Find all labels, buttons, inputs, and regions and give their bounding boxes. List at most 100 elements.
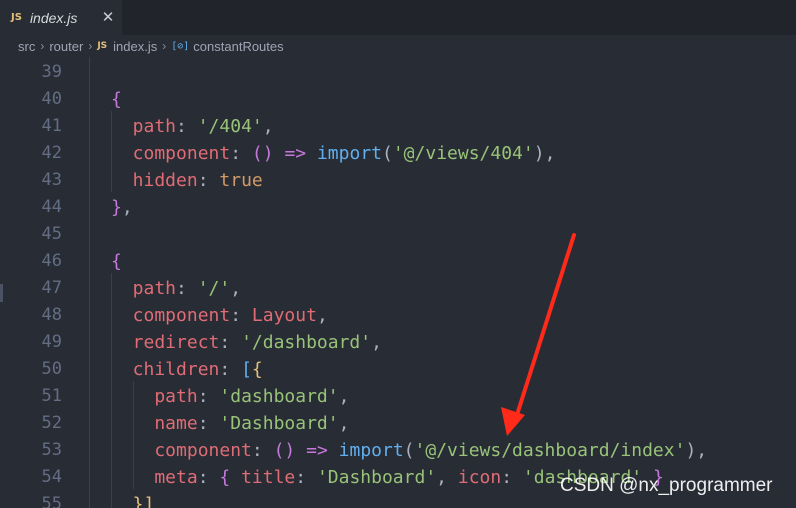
chevron-right-icon: › xyxy=(88,39,93,53)
code-token: component xyxy=(111,143,231,164)
code-line[interactable]: 39 xyxy=(0,59,796,86)
code-token: icon xyxy=(457,467,502,488)
code-token: => xyxy=(284,143,307,164)
code-token: 'dashboard' xyxy=(219,386,339,407)
code-line[interactable]: 51 path: 'dashboard', xyxy=(0,383,796,410)
breadcrumb-item-src[interactable]: src xyxy=(18,39,35,54)
code-line[interactable]: 48 component: Layout, xyxy=(0,302,796,329)
breadcrumb-item-symbol[interactable]: constantRoutes xyxy=(193,39,283,54)
code-line[interactable]: 46 { xyxy=(0,248,796,275)
code-token: true xyxy=(219,170,263,191)
code-token: () xyxy=(273,440,296,461)
close-icon[interactable]: ✕ xyxy=(99,8,117,26)
code-token: , xyxy=(230,278,242,299)
line-number: 46 xyxy=(41,251,62,271)
code-token: path xyxy=(111,278,177,299)
line-number: 48 xyxy=(41,305,62,325)
code-line[interactable]: 42 component: () => import('@/views/404'… xyxy=(0,140,796,167)
variable-symbol-icon: [⊘] xyxy=(171,40,190,52)
code-line[interactable]: 52 name: 'Dashboard', xyxy=(0,410,796,437)
line-number: 40 xyxy=(41,89,62,109)
code-token: : xyxy=(230,305,252,326)
code-token: : xyxy=(176,278,198,299)
code-token: }] xyxy=(111,494,155,508)
js-file-icon: JS xyxy=(11,12,22,23)
tab-index-js[interactable]: JS index.js ✕ xyxy=(0,0,122,35)
code-token: path xyxy=(111,116,177,137)
code-text: children: [{ xyxy=(111,356,263,383)
code-token: : xyxy=(197,413,220,434)
code-token: 'Dashboard' xyxy=(219,413,339,434)
code-line[interactable]: 41 path: '/404', xyxy=(0,113,796,140)
code-text: }] xyxy=(111,491,155,508)
line-number: 52 xyxy=(41,413,62,433)
code-text: component: () => import('@/views/dashboa… xyxy=(111,437,707,464)
code-token: '/dashboard' xyxy=(241,332,372,353)
line-number: 49 xyxy=(41,332,62,352)
code-text: component: Layout, xyxy=(111,302,328,329)
chevron-right-icon: › xyxy=(40,39,45,53)
line-number: 39 xyxy=(41,62,62,82)
line-number: 55 xyxy=(41,494,62,508)
code-token: hidden xyxy=(111,170,198,191)
code-text: { xyxy=(111,86,122,113)
code-token: title xyxy=(241,467,296,488)
line-number: 50 xyxy=(41,359,62,379)
code-token: '/' xyxy=(197,278,231,299)
code-token: , xyxy=(316,305,328,326)
line-number: 44 xyxy=(41,197,62,217)
code-line[interactable]: 47 path: '/', xyxy=(0,275,796,302)
code-text: name: 'Dashboard', xyxy=(111,410,349,437)
breadcrumb: src › router › JS index.js › [⊘] constan… xyxy=(0,35,796,57)
code-editor[interactable]: 39 40{41 path: '/404', 42 component: () =>… xyxy=(0,57,796,508)
code-line[interactable]: 49 redirect: '/dashboard', xyxy=(0,329,796,356)
code-token: { xyxy=(111,89,122,110)
line-number: 47 xyxy=(41,278,62,298)
code-line[interactable]: 50 children: [{ xyxy=(0,356,796,383)
code-token: ( xyxy=(382,143,393,164)
code-token: { xyxy=(219,467,231,488)
editor-window: JS index.js ✕ src › router › JS index.js… xyxy=(0,0,796,508)
code-token: : xyxy=(219,359,242,380)
code-token: { xyxy=(251,359,263,380)
code-token: , xyxy=(338,386,350,407)
breadcrumb-item-file[interactable]: index.js xyxy=(113,39,157,54)
code-line[interactable]: 45 xyxy=(0,221,796,248)
code-text: path: 'dashboard', xyxy=(111,383,349,410)
tab-bar: JS index.js ✕ xyxy=(0,0,796,35)
code-token: => xyxy=(306,440,328,461)
code-token: } xyxy=(111,197,122,218)
code-text: }, xyxy=(111,194,133,221)
code-line[interactable]: 43 hidden: true xyxy=(0,167,796,194)
code-line[interactable]: 40 { xyxy=(0,86,796,113)
code-token: redirect xyxy=(111,332,220,353)
code-text: path: '/', xyxy=(111,275,241,302)
code-token: path xyxy=(111,386,198,407)
code-token: component xyxy=(111,440,252,461)
line-number: 42 xyxy=(41,143,62,163)
code-token: '@/views/404' xyxy=(392,143,534,164)
code-token: : xyxy=(501,467,523,488)
code-token: import xyxy=(338,440,404,461)
code-token: ), xyxy=(685,440,708,461)
line-number: 54 xyxy=(41,467,62,487)
line-number: 51 xyxy=(41,386,62,406)
tab-label: index.js xyxy=(29,9,78,26)
code-token: : xyxy=(197,170,220,191)
code-token: , xyxy=(371,332,382,353)
code-text: hidden: true xyxy=(111,167,263,194)
code-line[interactable]: 44}, xyxy=(0,194,796,221)
js-file-icon: JS xyxy=(97,41,108,51)
line-number: 53 xyxy=(41,440,62,460)
code-token: 'Dashboard' xyxy=(316,467,437,488)
code-token: children xyxy=(111,359,220,380)
code-line[interactable]: 53 component: () => import('@/views/dash… xyxy=(0,437,796,464)
code-token: , xyxy=(262,116,274,137)
breadcrumb-item-router[interactable]: router xyxy=(49,39,83,54)
code-token: () xyxy=(251,143,274,164)
watermark: CSDN @nx_programmer xyxy=(560,475,773,496)
